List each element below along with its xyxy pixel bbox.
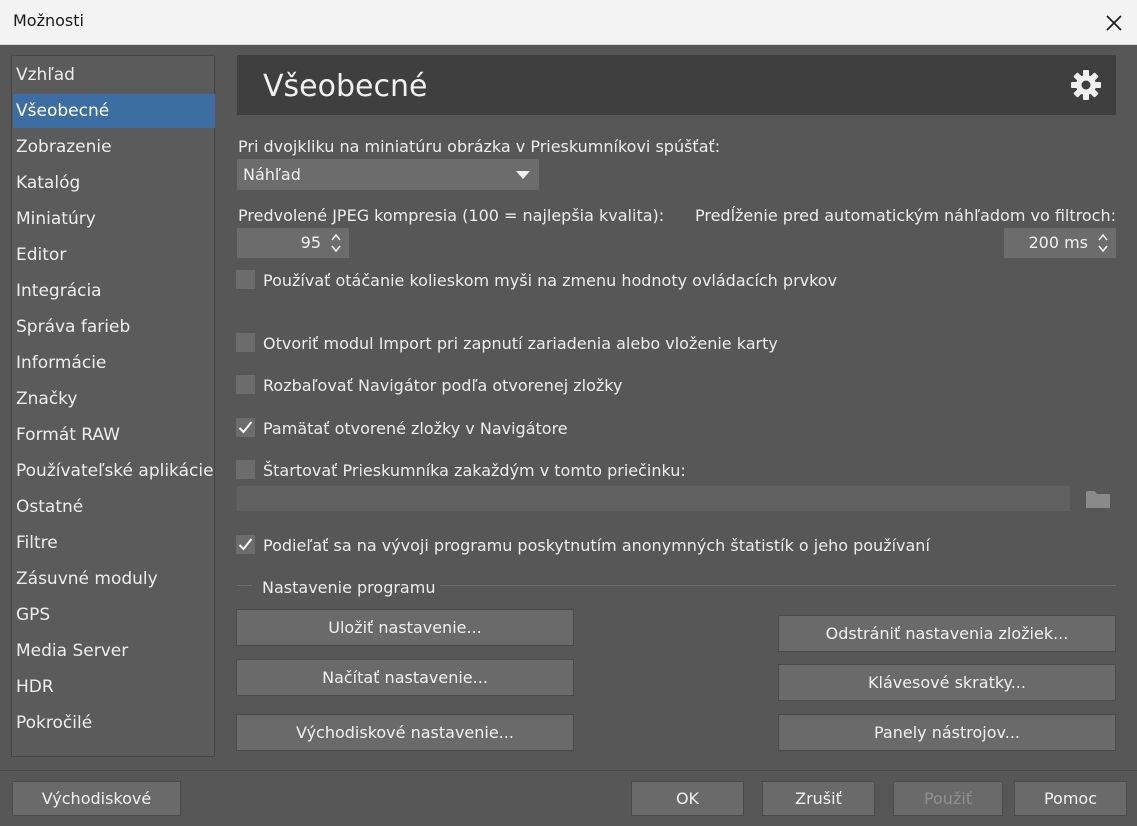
section-header: Všeobecné — [237, 55, 1116, 115]
jpeg-compression-value: 95 — [300, 233, 321, 252]
sidebar-item-filtre[interactable]: Filtre — [13, 526, 215, 560]
open-import-checkbox[interactable] — [236, 333, 255, 352]
preview-delay-label: Predĺženie pred automatickým náhľadom vo… — [694, 206, 1116, 225]
remember-folders-checkbox[interactable] — [236, 418, 255, 437]
mouse-wheel-checkbox[interactable] — [236, 270, 255, 289]
mouse-wheel-label: Používať otáčanie kolieskom myši na zmen… — [263, 271, 838, 290]
close-icon — [1106, 14, 1122, 31]
section-title: Všeobecné — [263, 69, 428, 104]
sidebar-item-hdr[interactable]: HDR — [13, 670, 215, 704]
expand-navigator-label: Rozbaľovať Navigátor podľa otvorenej zlo… — [263, 376, 623, 395]
dblclick-label: Pri dvojkliku na miniatúru obrázka v Pri… — [238, 137, 721, 156]
chevron-down-icon — [516, 171, 530, 179]
sidebar-item-vseobecne[interactable]: Všeobecné — [13, 94, 215, 128]
checkmark-icon — [238, 421, 253, 434]
options-dialog: Možnosti Vzhľad Všeobecné Zobrazenie Kat… — [0, 0, 1137, 826]
default-settings-button[interactable]: Východiskové nastavenie... — [236, 714, 574, 751]
expand-navigator-checkbox[interactable] — [236, 375, 255, 394]
close-button[interactable] — [1091, 0, 1137, 45]
category-sidebar: Vzhľad Všeobecné Zobrazenie Katalóg Mini… — [11, 55, 215, 757]
sidebar-item-editor[interactable]: Editor — [13, 238, 215, 272]
window-title: Možnosti — [13, 11, 84, 30]
open-import-label: Otvoriť modul Import pri zapnutí zariade… — [263, 334, 778, 353]
keyboard-shortcuts-button[interactable]: Klávesové skratky... — [778, 664, 1116, 701]
spin-arrows-icon[interactable] — [1093, 231, 1113, 255]
jpeg-compression-label: Predvolené JPEG kompresia (100 = najlepš… — [238, 206, 665, 225]
start-folder-label: Štartovať Prieskumníka zakaždým v tomto … — [263, 461, 686, 480]
sidebar-item-format-raw[interactable]: Formát RAW — [13, 418, 215, 452]
sidebar-item-pokrocile[interactable]: Pokročilé — [13, 706, 215, 740]
sidebar-item-informacie[interactable]: Informácie — [13, 346, 215, 380]
program-settings-group-label: Nastavenie programu — [262, 578, 436, 597]
preview-delay-stepper[interactable]: 200 ms — [1004, 228, 1116, 258]
start-folder-input[interactable] — [237, 486, 1070, 511]
remove-folder-settings-button[interactable]: Odstrániť nastavenia zložiek... — [778, 615, 1116, 652]
group-divider — [237, 585, 252, 586]
sidebar-item-ostatne[interactable]: Ostatné — [13, 490, 215, 524]
dblclick-action-value: Náhľad — [243, 165, 301, 184]
dblclick-action-select[interactable]: Náhľad — [237, 159, 539, 190]
help-button[interactable]: Pomoc — [1014, 781, 1127, 816]
sidebar-item-zobrazenie[interactable]: Zobrazenie — [13, 130, 215, 164]
sidebar-item-katalog[interactable]: Katalóg — [13, 166, 215, 200]
sidebar-item-media-server[interactable]: Media Server — [13, 634, 215, 668]
sidebar-item-vzhlad[interactable]: Vzhľad — [13, 58, 215, 92]
sidebar-item-gps[interactable]: GPS — [13, 598, 215, 632]
share-statistics-label: Podieľať sa na vývoji programu poskytnut… — [263, 536, 930, 555]
apply-button[interactable]: Použiť — [893, 781, 1003, 816]
spin-arrows-icon[interactable] — [326, 231, 346, 255]
sidebar-item-znacky[interactable]: Značky — [13, 382, 215, 416]
preview-delay-value: 200 ms — [1028, 233, 1088, 252]
defaults-button[interactable]: Východiskové — [12, 781, 181, 816]
load-settings-button[interactable]: Načítať nastavenie... — [236, 659, 574, 696]
cancel-button[interactable]: Zrušiť — [762, 781, 875, 816]
sidebar-item-pouzivatelske-aplikacie[interactable]: Používateľské aplikácie — [13, 454, 215, 488]
checkmark-icon — [238, 538, 253, 551]
toolbars-button[interactable]: Panely nástrojov... — [778, 714, 1116, 751]
share-statistics-checkbox[interactable] — [236, 535, 255, 554]
start-folder-checkbox[interactable] — [236, 460, 255, 479]
sidebar-item-miniatury[interactable]: Miniatúry — [13, 202, 215, 236]
jpeg-compression-stepper[interactable]: 95 — [237, 228, 349, 258]
sidebar-item-zasuvne-moduly[interactable]: Zásuvné moduly — [13, 562, 215, 596]
remember-folders-label: Pamätať otvorené zložky v Navigátore — [263, 419, 568, 438]
sidebar-item-integracia[interactable]: Integrácia — [13, 274, 215, 308]
ok-button[interactable]: OK — [631, 781, 744, 816]
folder-icon[interactable] — [1085, 488, 1111, 510]
gear-icon — [1071, 70, 1101, 100]
title-bar: Možnosti — [0, 0, 1137, 45]
group-divider — [440, 585, 1116, 586]
sidebar-item-sprava-farieb[interactable]: Správa farieb — [13, 310, 215, 344]
save-settings-button[interactable]: Uložiť nastavenie... — [236, 609, 574, 646]
